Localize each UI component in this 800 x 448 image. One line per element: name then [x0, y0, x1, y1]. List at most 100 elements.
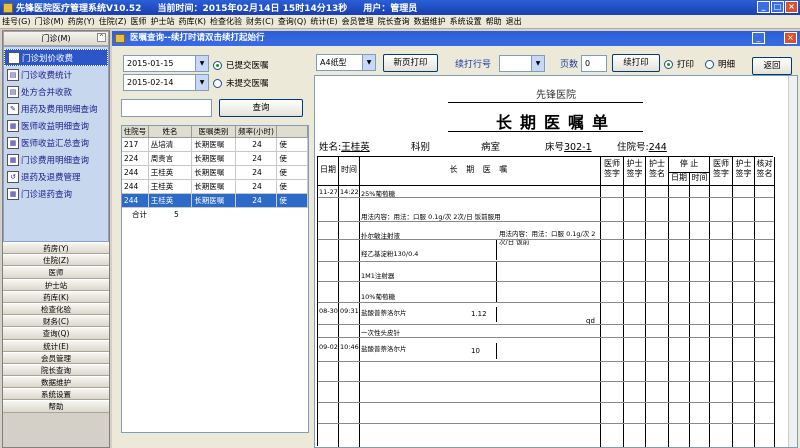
radio-empty-icon — [213, 78, 222, 88]
nav-outpatient-refund-query[interactable]: ▦ 门诊退药查询 — [4, 185, 108, 202]
section-members[interactable]: 会员管理 — [3, 351, 109, 364]
report-icon: ▦ — [7, 136, 19, 149]
back-button[interactable]: 返回 — [752, 57, 792, 75]
menu-nurse-station[interactable]: 护士站 — [148, 16, 176, 27]
department-field: 科别 — [411, 142, 431, 153]
bed-field: 床号302-1 — [545, 142, 592, 153]
nav-outpatient-stats[interactable]: ▤ 门诊收费统计 — [4, 66, 108, 83]
nav-doctor-income-detail[interactable]: ▦ 医师收益明细查询 — [4, 117, 108, 134]
entry-quantity: 10 — [471, 347, 480, 355]
menu-members[interactable]: 会员管理 — [340, 16, 376, 27]
radio-empty-icon — [705, 59, 714, 69]
maximize-icon[interactable]: □ — [771, 1, 784, 13]
dropdown-arrow-icon[interactable]: ▼ — [531, 56, 544, 71]
menu-data[interactable]: 数据维护 — [412, 16, 448, 27]
menu-outpatient[interactable]: 门诊(M) — [32, 16, 65, 27]
section-data[interactable]: 数据维护 — [3, 376, 109, 389]
entry-quantity: 1.12 — [471, 310, 487, 318]
continue-row-label: 续打行号 — [455, 60, 492, 70]
table-row[interactable]: 224 周贵言 长期医嘱 24 使 — [122, 152, 308, 166]
radio-print[interactable]: 打印 — [664, 58, 694, 70]
nav-refund-management[interactable]: ↺ 退药及退费管理 — [4, 168, 108, 185]
app-icon — [3, 2, 13, 13]
menu-doctor[interactable]: 医师 — [128, 16, 148, 27]
menu-settings[interactable]: 系统设置 — [448, 16, 484, 27]
left-nav-panel: 门诊(M) ^ ✎ 门诊划价收费 ▤ 门诊收费统计 ▤ 处方合并收款 ✎ 用药及费用明细… — [2, 30, 110, 448]
radio-submitted[interactable]: 已提交医嘱 — [213, 59, 269, 71]
menu-lab[interactable]: 检查化验 — [208, 16, 244, 27]
patient-name-field: 姓名:王桂英 — [319, 142, 370, 153]
nav-drug-fee-detail[interactable]: ✎ 用药及费用明细查询 — [4, 100, 108, 117]
date-to-picker[interactable]: 2015-02-14 ▼ — [123, 74, 209, 91]
report-hospital-name: 先锋医院 — [536, 90, 576, 101]
date-from-picker[interactable]: 2015-01-15 ▼ — [123, 55, 209, 72]
page-count-label: 页数 — [560, 60, 579, 70]
current-user: 用户：管理员 — [363, 4, 418, 14]
entry-order: 盐酸普萘洛尔片 — [361, 309, 407, 317]
section-stats[interactable]: 统计(E) — [3, 339, 109, 352]
pen-icon: ✎ — [8, 51, 20, 64]
menu-pharmacy[interactable]: 药房(Y) — [66, 16, 97, 27]
section-lab[interactable]: 检查化验 — [3, 302, 109, 316]
menu-register[interactable]: 挂号(G) — [0, 16, 32, 27]
order-sheet-table: 日期 时间 长 期 医 嘱 医师签字 护士签字 护士签名 停 止 日期 时间 医… — [317, 156, 775, 447]
continue-row-select[interactable]: ▼ — [499, 55, 545, 72]
menu-exit[interactable]: 退出 — [504, 16, 524, 27]
section-help[interactable]: 帮助 — [3, 400, 109, 413]
collapse-icon[interactable]: ^ — [97, 33, 106, 42]
section-outpatient-header[interactable]: 门诊(M) ^ — [3, 31, 109, 46]
section-settings[interactable]: 系统设置 — [3, 388, 109, 401]
section-nurse-station[interactable]: 护士站 — [3, 278, 109, 291]
table-row[interactable]: 217 丛培清 长期医嘱 24 使 — [122, 138, 308, 152]
new-page-print-button[interactable]: 新页打印 — [383, 54, 438, 72]
entry-order: 10%葡萄糖 — [361, 293, 395, 301]
patient-order-table: 住院号 姓名 医嘱类别 频率(小时) 217 丛培清 长期医嘱 24 使 224 周贵言长… — [121, 125, 309, 433]
table-row-selected[interactable]: 244 王桂英 长期医嘱 24 使 — [122, 194, 308, 208]
menu-warehouse[interactable]: 药库(K) — [176, 16, 208, 27]
refund-icon: ↺ — [7, 170, 19, 183]
report-preview: 先锋医院 长期医嘱单 姓名:王桂英 科别 病室 床号302-1 住院号:244 … — [314, 75, 798, 448]
dropdown-arrow-icon[interactable]: ▼ — [195, 56, 208, 71]
report-icon: ▦ — [7, 187, 19, 200]
menu-inpatient[interactable]: 住院(Z) — [97, 16, 129, 27]
section-pharmacy[interactable]: 药房(Y) — [3, 242, 109, 255]
dropdown-arrow-icon[interactable]: ▼ — [195, 75, 208, 90]
patient-search-input[interactable] — [121, 99, 212, 117]
dialog-minimize-icon[interactable]: _ — [752, 32, 765, 44]
menu-director[interactable]: 院长查询 — [376, 16, 412, 27]
dialog-close-icon[interactable]: × — [784, 32, 797, 44]
menu-stats[interactable]: 统计(E) — [308, 16, 339, 27]
section-inpatient[interactable]: 住院(Z) — [3, 254, 109, 267]
query-button[interactable]: 查询 — [219, 99, 303, 117]
dialog-icon — [115, 34, 125, 43]
pen-icon: ✎ — [7, 102, 19, 115]
outpatient-nav-list: ✎ 门诊划价收费 ▤ 门诊收费统计 ▤ 处方合并收款 ✎ 用药及费用明细查询 ▦ 医师收益… — [3, 46, 109, 242]
minimize-icon[interactable]: _ — [757, 1, 770, 13]
menu-finance[interactable]: 财务(C) — [244, 16, 276, 27]
section-query[interactable]: 查询(Q) — [3, 327, 109, 340]
nav-outpatient-fee-detail[interactable]: ▦ 门诊费用明细查询 — [4, 151, 108, 168]
paper-size-select[interactable]: A4纸型 ▼ — [316, 54, 376, 71]
radio-selected-icon — [213, 60, 222, 70]
dropdown-arrow-icon[interactable]: ▼ — [362, 55, 375, 70]
entry-date: 08-30 — [319, 307, 338, 315]
menu-help[interactable]: 帮助 — [484, 16, 504, 27]
table-total-row: 合计 5 — [132, 210, 179, 219]
radio-detail[interactable]: 明细 — [705, 58, 735, 70]
report-scrollbar[interactable] — [788, 76, 797, 447]
nav-doctor-income-summary[interactable]: ▦ 医师收益汇总查询 — [4, 134, 108, 151]
menu-query[interactable]: 查询(Q) — [276, 16, 309, 27]
section-doctor[interactable]: 医师 — [3, 266, 109, 279]
continue-print-button[interactable]: 续打印 — [612, 54, 660, 72]
nav-merge-prescription[interactable]: ▤ 处方合并收款 — [4, 83, 108, 100]
close-icon[interactable]: × — [785, 1, 798, 13]
table-row[interactable]: 244 王桂英 长期医嘱 24 使 — [122, 180, 308, 194]
report-icon: ▦ — [7, 119, 19, 132]
page-count-stepper[interactable]: 0 — [581, 55, 607, 72]
section-warehouse[interactable]: 药库(K) — [3, 290, 109, 303]
table-row[interactable]: 244 王桂英 长期医嘱 24 使 — [122, 166, 308, 180]
section-director[interactable]: 院长查询 — [3, 363, 109, 377]
radio-unsubmitted[interactable]: 未提交医嘱 — [213, 77, 269, 89]
nav-outpatient-billing[interactable]: ✎ 门诊划价收费 — [4, 49, 108, 66]
section-finance[interactable]: 财务(C) — [3, 315, 109, 328]
